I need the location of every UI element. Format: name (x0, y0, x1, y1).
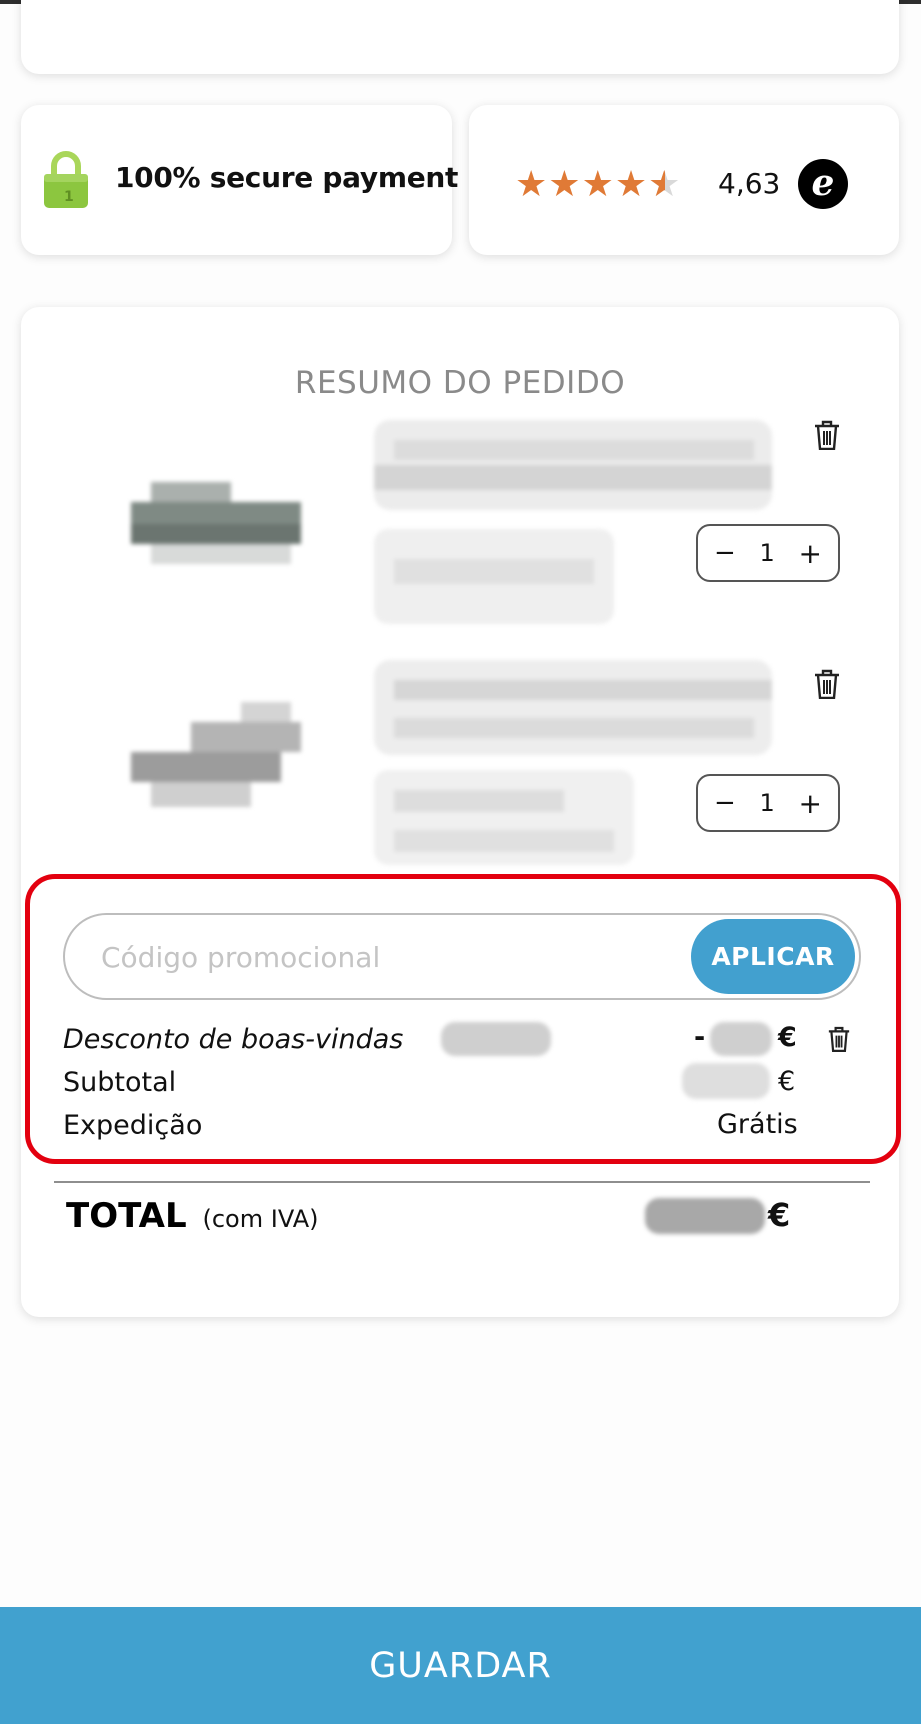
quantity-value: 1 (759, 539, 775, 567)
quantity-value: 1 (759, 789, 775, 817)
promo-code-input[interactable] (101, 935, 641, 979)
discount-currency: € (778, 1022, 797, 1053)
trash-icon[interactable] (814, 420, 840, 450)
star-icon: ★ (515, 164, 549, 205)
secure-payment-label: 100% secure payment (115, 161, 459, 194)
order-summary-card: RESUMO DO PEDIDO − 1 + − 1 + (21, 307, 899, 1317)
subtotal-amount-redacted (682, 1063, 770, 1099)
product-name (374, 420, 772, 510)
decrease-button[interactable]: − (714, 538, 736, 568)
discount-amount-redacted (710, 1022, 772, 1056)
product-thumbnail (131, 482, 301, 564)
trusted-shops-badge: e (798, 159, 848, 209)
trash-icon[interactable] (814, 669, 840, 699)
total-currency: € (768, 1196, 791, 1234)
divider (54, 1181, 870, 1183)
product-name (374, 660, 772, 755)
secure-payment-card: 1 100% secure payment (21, 105, 458, 255)
product-variant (374, 770, 634, 865)
increase-button[interactable]: + (799, 787, 822, 820)
rating-stars: ★★★★★ (515, 164, 681, 205)
product-variant (374, 529, 614, 624)
previous-card (21, 0, 899, 74)
total-label: TOTAL (com IVA) (66, 1196, 318, 1236)
discount-code-redacted (441, 1022, 551, 1056)
save-button[interactable]: GUARDAR (0, 1607, 921, 1724)
shipping-value: Grátis (717, 1109, 798, 1140)
quantity-stepper: − 1 + (696, 524, 840, 582)
subtotal-label: Subtotal (63, 1067, 177, 1098)
total-title: TOTAL (66, 1196, 187, 1236)
product-thumbnail (131, 702, 301, 807)
quantity-stepper: − 1 + (696, 774, 840, 832)
star-icon: ★ (548, 164, 582, 205)
trash-icon[interactable] (828, 1026, 850, 1052)
svg-text:1: 1 (64, 189, 74, 205)
decrease-button[interactable]: − (714, 788, 736, 818)
subtotal-currency: € (778, 1066, 796, 1097)
promo-code-field: APLICAR (63, 913, 861, 1000)
lock-icon: 1 (44, 151, 88, 208)
apply-promo-button[interactable]: APLICAR (691, 919, 855, 994)
star-half-icon: ★ (648, 167, 681, 204)
star-icon: ★ (614, 164, 649, 205)
increase-button[interactable]: + (799, 537, 822, 570)
rating-card[interactable]: ★★★★★ 4,63 e (469, 105, 899, 255)
order-summary-title: RESUMO DO PEDIDO (294, 365, 626, 401)
star-icon: ★ (581, 164, 615, 205)
total-amount-redacted (645, 1198, 765, 1234)
total-vat-note: (com IVA) (202, 1205, 319, 1233)
rating-value: 4,63 (718, 167, 781, 200)
discount-label: Desconto de boas-vindas (63, 1024, 404, 1055)
shipping-label: Expedição (63, 1110, 203, 1141)
discount-prefix: - (694, 1022, 706, 1053)
